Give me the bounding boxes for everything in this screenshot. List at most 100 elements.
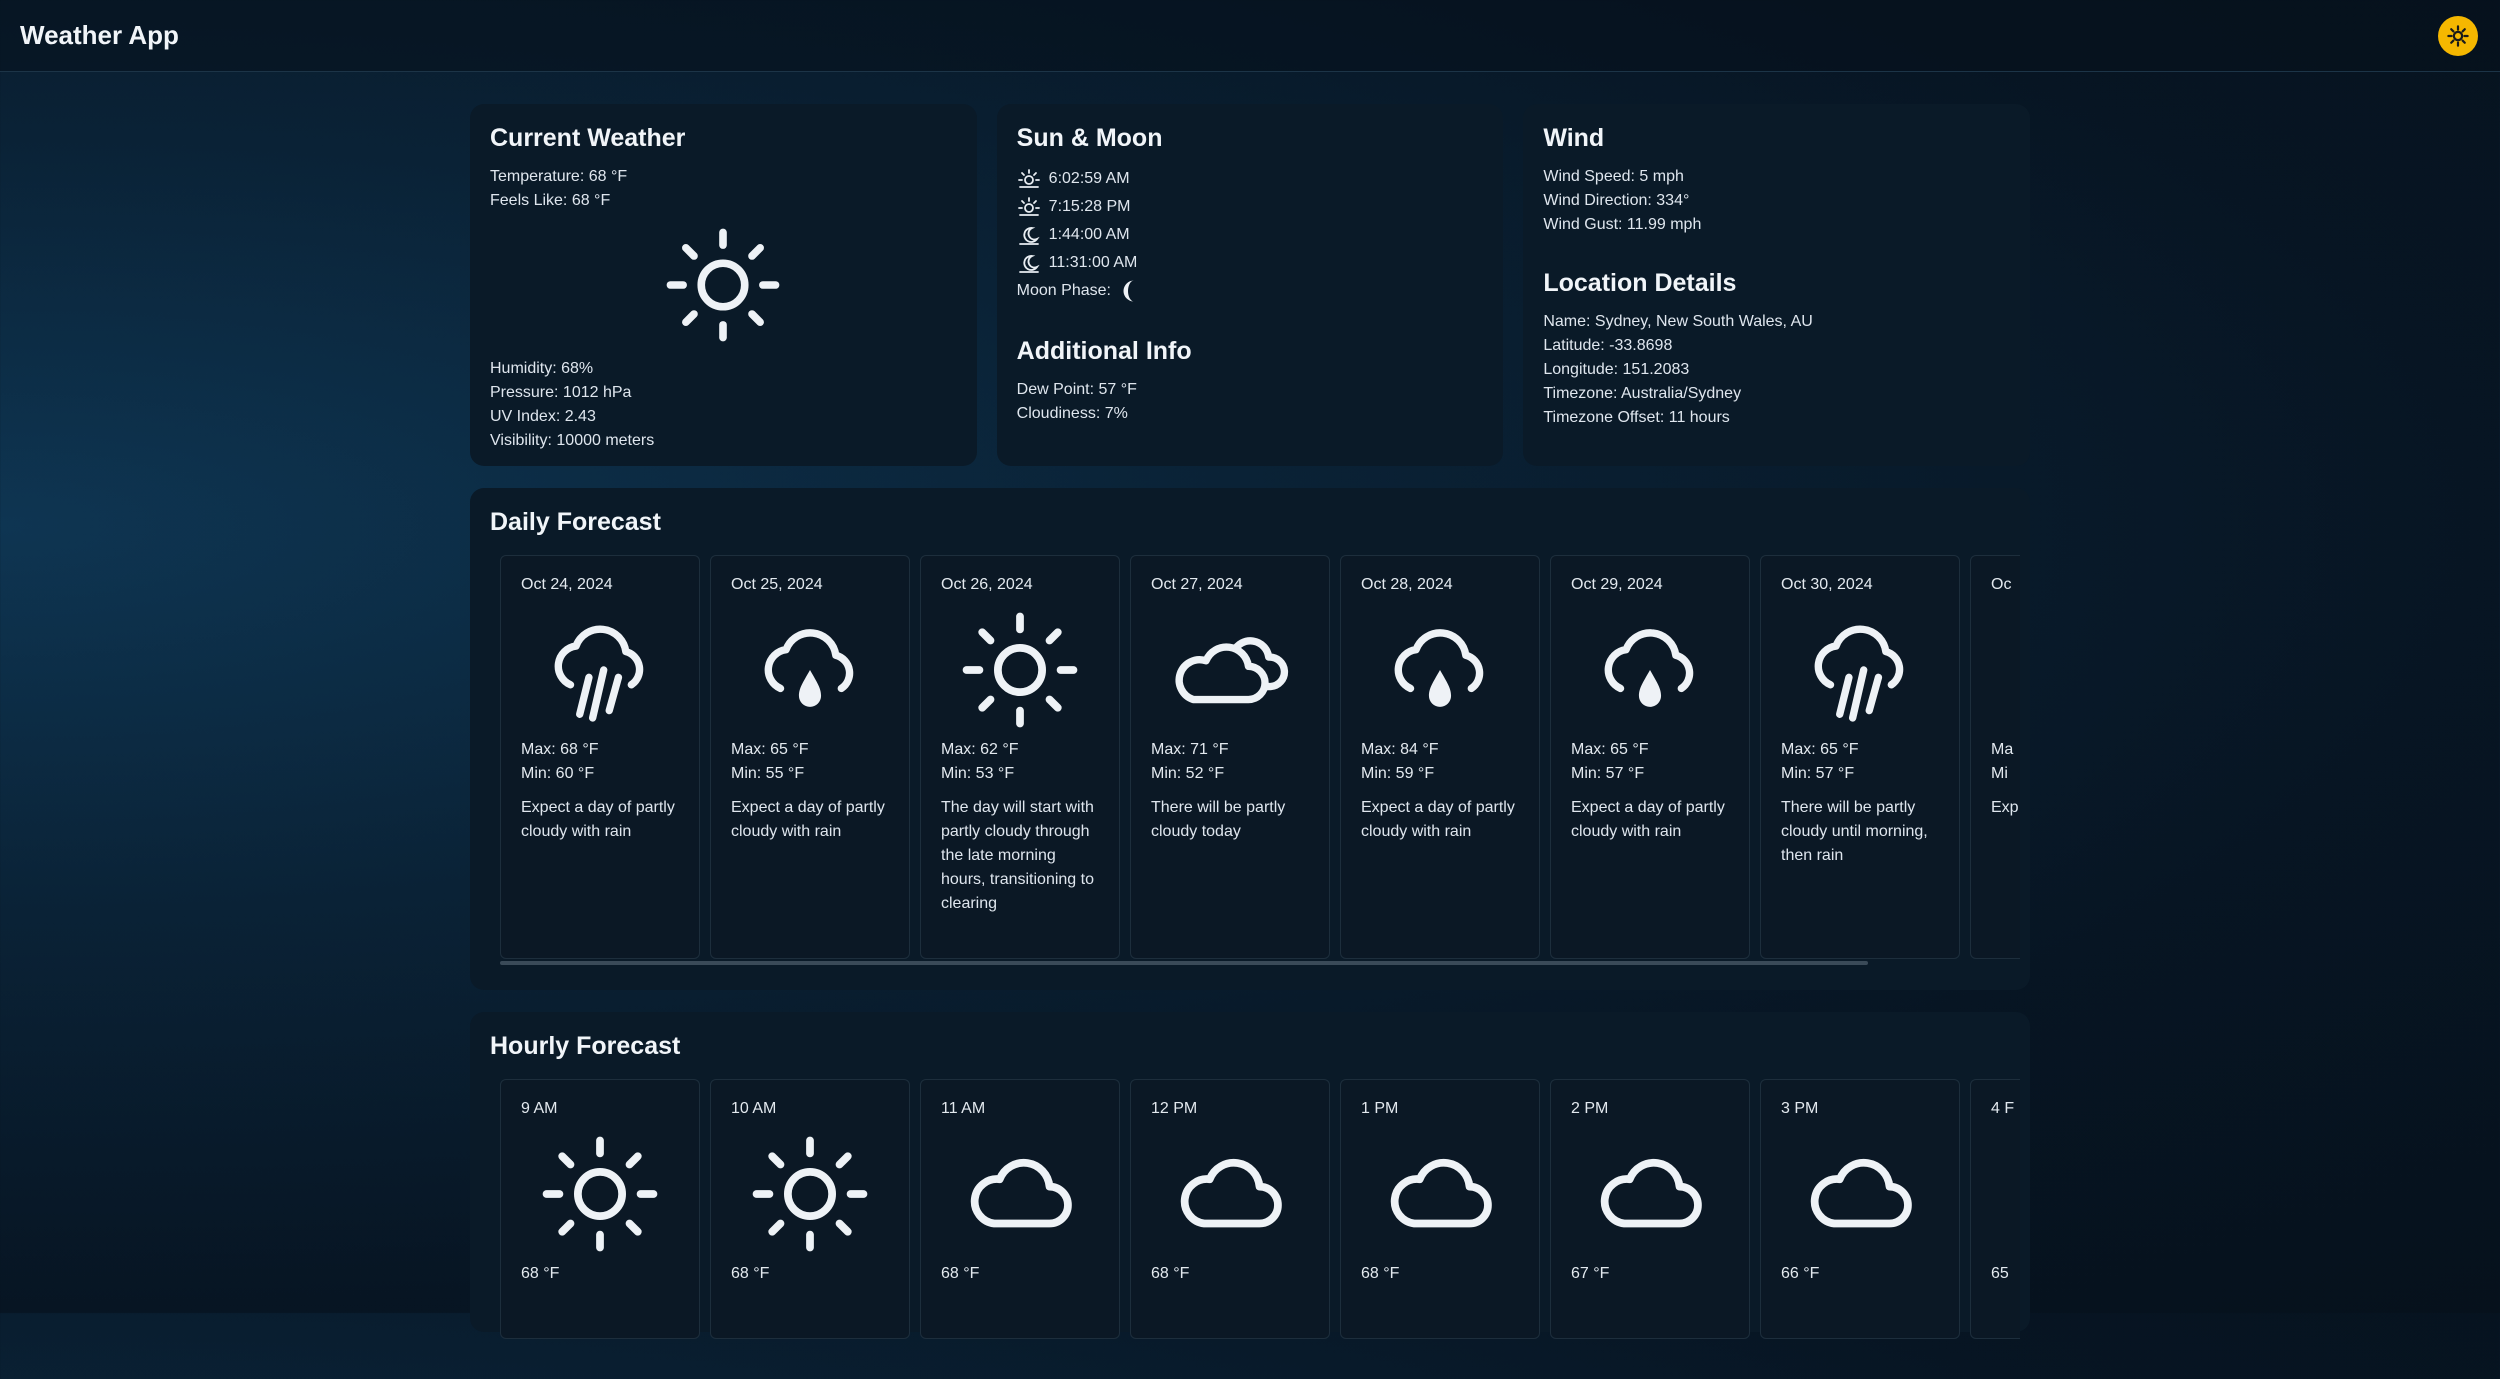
top-bar: Weather App: [0, 0, 2500, 72]
daily-forecast-scroller[interactable]: Oct 24, 2024 Max: 68 °F Min: 60 °F Expect a…: [500, 555, 2020, 965]
wind-gust-text: Wind Gust: 11.99 mph: [1543, 216, 1702, 233]
hour-temp: 68 °F: [941, 1265, 980, 1282]
hour-icon-wrap: [1361, 1134, 1519, 1254]
moonset-time: 11:31:00 AM: [1048, 254, 1138, 271]
timezone-offset-text: Timezone Offset: 11 hours: [1543, 409, 1730, 426]
forecast-date: Oct 24, 2024: [521, 576, 613, 593]
sunset-time: 7:15:28 PM: [1048, 198, 1131, 215]
cloud-icon: [970, 1159, 1072, 1228]
hourly-forecast-scroller[interactable]: 9 AM 68 °F 10 AM 68 °F 11 AM 68 °F 12 PM 68 °F 1…: [500, 1079, 2020, 1379]
sun-icon: [962, 612, 1078, 728]
hour-icon-wrap: [1151, 1134, 1309, 1254]
hour-label: 11 AM: [941, 1100, 986, 1117]
hour-icon-wrap: [1781, 1134, 1939, 1254]
forecast-min: Min: 59 °F: [1361, 765, 1435, 782]
hour-icon-wrap: [731, 1134, 889, 1254]
sunset-row: 7:15:28 PM: [1017, 193, 1484, 221]
wind-card: Wind Wind Speed: 5 mph Wind Direction: 3…: [1523, 104, 2031, 466]
cloud-icon: [1810, 1159, 1912, 1228]
forecast-min: Min: 53 °F: [941, 765, 1015, 782]
sunrise-icon: [1017, 169, 1040, 188]
moonset-icon: [1018, 255, 1040, 273]
hourly-forecast-card: 2 PM 67 °F: [1550, 1079, 1750, 1339]
forecast-date: Oct 26, 2024: [941, 576, 1033, 593]
pressure-text: Pressure: 1012 hPa: [490, 384, 632, 401]
forecast-description: Exp clo: [1991, 799, 2020, 816]
location-name-text: Name: Sydney, New South Wales, AU: [1543, 313, 1813, 330]
hour-icon-wrap: [1571, 1134, 1729, 1254]
drizzle-icon: [1604, 629, 1694, 707]
feels-like-text: Feels Like: 68 °F: [490, 192, 611, 209]
daily-forecast-card: Oct 27, 2024 Max: 71 °F Min: 52 °F There wi…: [1130, 555, 1330, 959]
visibility-text: Visibility: 10000 meters: [490, 432, 655, 449]
hour-icon-wrap: [1991, 1134, 2020, 1254]
forecast-icon-wrap: [1151, 610, 1309, 730]
hour-temp: 68 °F: [731, 1265, 770, 1282]
moon-phase-label: Moon Phase:: [1016, 282, 1111, 299]
daily-forecast-track: Oct 24, 2024 Max: 68 °F Min: 60 °F Expect a…: [500, 555, 2020, 959]
sun-moon-card: Sun & Moon 6:02:59 AM 7:15:28 PM 1:44:00…: [996, 104, 1504, 466]
forecast-date: Oct 29, 2024: [1571, 576, 1663, 593]
uv-index-text: UV Index: 2.43: [490, 408, 596, 425]
hourly-forecast-card: 3 PM 66 °F: [1760, 1079, 1960, 1339]
forecast-icon-wrap: [1361, 610, 1519, 730]
forecast-description: There will be partly cloudy until mornin…: [1781, 799, 1928, 864]
forecast-max: Max: 62 °F: [941, 741, 1019, 758]
forecast-max: Ma: [1991, 741, 2014, 758]
additional-info-title: Additional Info: [1016, 337, 1192, 365]
hourly-forecast-card: 4 F 65: [1970, 1079, 2020, 1339]
forecast-icon-wrap: [1991, 610, 2020, 730]
hourly-forecast-card: 11 AM 68 °F: [920, 1079, 1120, 1339]
daily-forecast-card: Oct 28, 2024 Max: 84 °F Min: 59 °F Expect a…: [1340, 555, 1540, 959]
sunrise-row: 6:02:59 AM: [1017, 165, 1484, 193]
hour-label: 1 PM: [1361, 1100, 1399, 1117]
current-weather-title: Current Weather: [490, 124, 686, 152]
hour-temp: 66 °F: [1781, 1265, 1820, 1282]
hour-label: 10 AM: [731, 1100, 777, 1117]
sun-icon: [752, 1136, 868, 1252]
daily-forecast-card: Oct 30, 2024 Max: 65 °F Min: 57 °F There wi…: [1760, 555, 1960, 959]
daily-forecast-card: Oct 26, 2024 Max: 62 °F Min: 53 °F The day …: [920, 555, 1120, 959]
temperature-text: Temperature: 68 °F: [490, 168, 628, 185]
daily-forecast-section: Daily Forecast Oct 24, 2024 Max: 68 °F Min…: [470, 488, 2030, 990]
forecast-min: Min: 57 °F: [1571, 765, 1645, 782]
forecast-icon-wrap: [1781, 610, 1939, 730]
hour-temp: 68 °F: [1361, 1265, 1400, 1282]
hour-temp: 68 °F: [1151, 1265, 1190, 1282]
sun-icon: [666, 228, 780, 342]
hourly-forecast-card: 9 AM 68 °F: [500, 1079, 700, 1339]
forecast-min: Min: 52 °F: [1151, 765, 1225, 782]
theme-toggle-button[interactable]: [2438, 15, 2478, 56]
daily-forecast-card: Oct 25, 2024 Max: 65 °F Min: 55 °F Expect a…: [710, 555, 910, 959]
rain-icon: [554, 625, 644, 722]
forecast-min: Min: 55 °F: [731, 765, 805, 782]
main-content: Current Weather Temperature: 68 °F Feels…: [470, 104, 2031, 1339]
hour-label: 4 F: [1991, 1100, 2015, 1117]
timezone-text: Timezone: Australia/Sydney: [1543, 385, 1742, 402]
hour-label: 2 PM: [1571, 1100, 1609, 1117]
hour-icon-wrap: [521, 1134, 679, 1254]
current-weather-icon-wrap: [490, 227, 957, 343]
moon-phase-icon: [1123, 280, 1134, 302]
hourly-forecast-track: 9 AM 68 °F 10 AM 68 °F 11 AM 68 °F 12 PM 68 °F 1…: [500, 1079, 2020, 1339]
sunset-icon: [1017, 197, 1040, 216]
daily-scrollbar[interactable]: [500, 961, 1868, 965]
forecast-icon-wrap: [731, 610, 889, 730]
forecast-date: Oct 27, 2024: [1151, 576, 1243, 593]
forecast-max: Max: 71 °F: [1151, 741, 1229, 758]
daily-forecast-title: Daily Forecast: [490, 508, 661, 536]
sun-moon-title: Sun & Moon: [1016, 124, 1163, 152]
moonrise-time: 1:44:00 AM: [1048, 226, 1130, 243]
hourly-forecast-card: 12 PM 68 °F: [1130, 1079, 1330, 1339]
forecast-date: Oc: [1991, 576, 2012, 593]
cloud-icon: [1600, 1159, 1702, 1228]
current-weather-card: Current Weather Temperature: 68 °F Feels…: [470, 104, 977, 466]
forecast-description: Expect a day of partly cloudy with rain: [521, 799, 675, 840]
forecast-max: Max: 68 °F: [521, 741, 599, 758]
daily-forecast-card: Oct 24, 2024 Max: 68 °F Min: 60 °F Expect a…: [500, 555, 700, 959]
hourly-forecast-card: 1 PM 68 °F: [1340, 1079, 1540, 1339]
forecast-min: Mi: [1991, 765, 2008, 782]
hour-icon-wrap: [941, 1134, 1099, 1254]
cloud-icon: [1390, 1159, 1492, 1228]
hourly-forecast-title: Hourly Forecast: [490, 1032, 681, 1060]
